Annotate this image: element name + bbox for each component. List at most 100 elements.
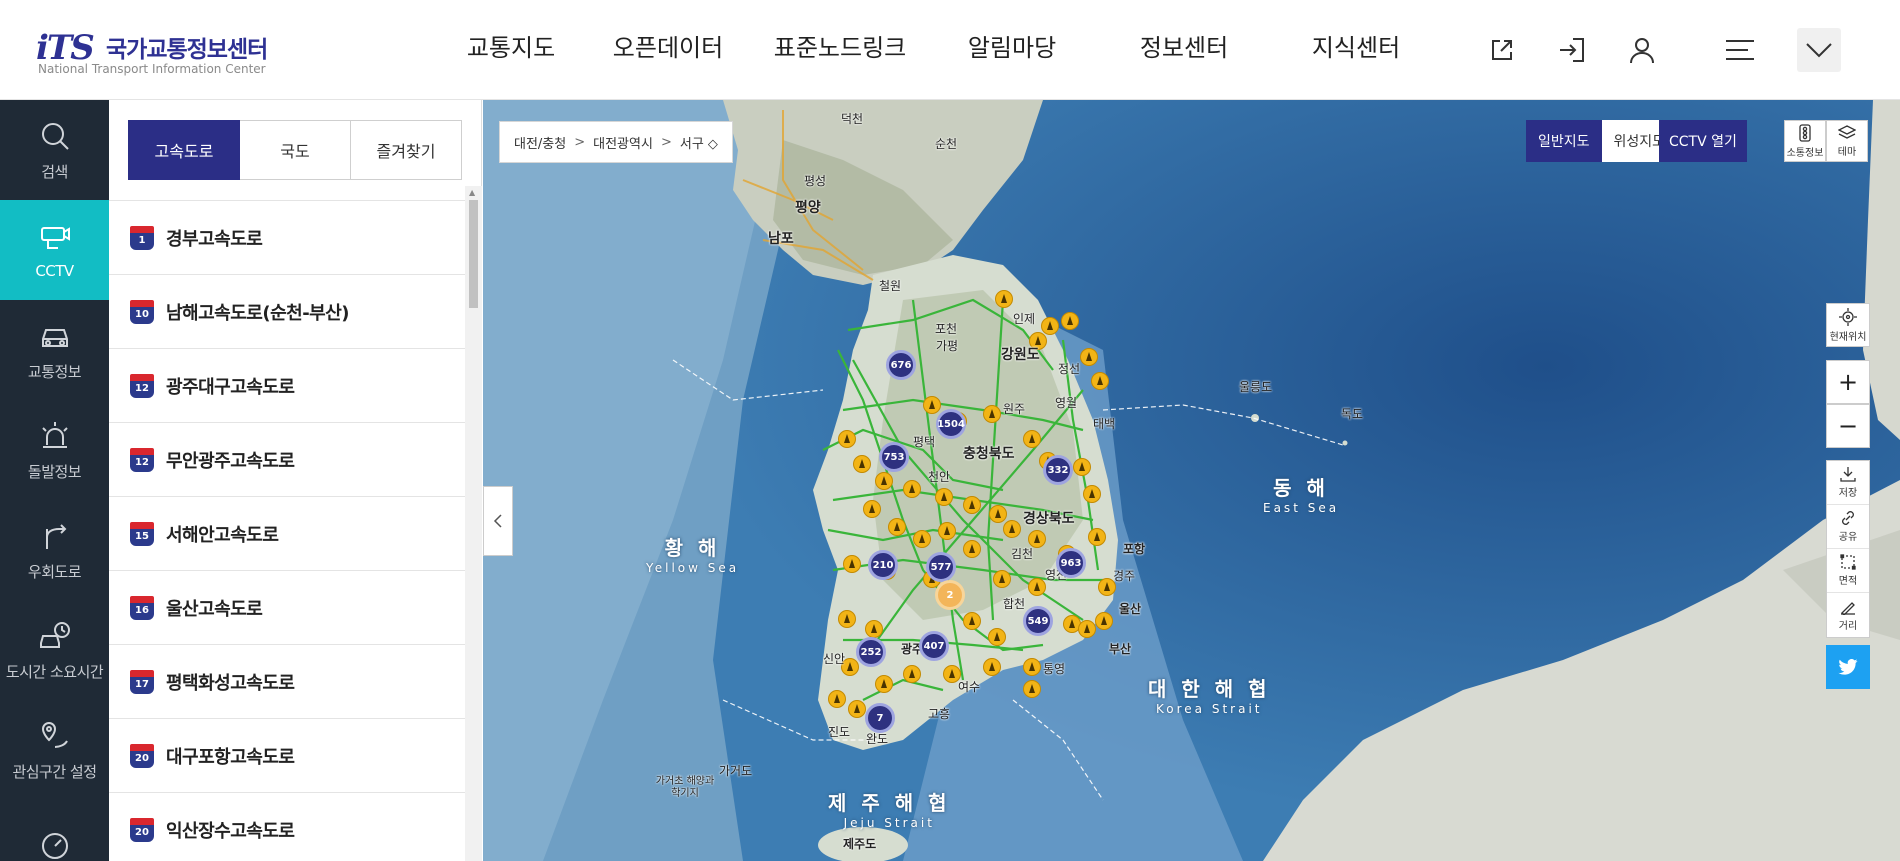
sidenav-traffic-info[interactable]: 교통정보 — [0, 300, 109, 400]
cctv-marker[interactable] — [865, 620, 883, 638]
list-item[interactable]: 20 익산장수고속도로 — [109, 793, 465, 861]
list-item[interactable]: 17 평택화성고속도로 — [109, 645, 465, 719]
cctv-cluster-marker[interactable]: 407 — [919, 631, 949, 661]
cctv-cluster-marker[interactable]: 963 — [1056, 548, 1086, 578]
cctv-marker[interactable] — [963, 540, 981, 558]
cctv-marker[interactable] — [903, 665, 921, 683]
cctv-cluster-marker[interactable]: 332 — [1043, 455, 1073, 485]
road-list-scrollbar[interactable]: ▲ — [465, 186, 482, 861]
gnb-traffic-map[interactable]: 교통지도 — [440, 0, 582, 100]
cctv-marker[interactable] — [983, 658, 1001, 676]
cctv-marker[interactable] — [888, 518, 906, 536]
cctv-marker[interactable] — [1023, 430, 1041, 448]
cctv-marker[interactable] — [963, 612, 981, 630]
cctv-marker[interactable] — [1095, 612, 1113, 630]
sidenav-favorite-section[interactable]: 관심구간 설정 — [0, 700, 109, 800]
cctv-cluster-marker[interactable]: 577 — [926, 552, 956, 582]
cctv-marker[interactable] — [913, 530, 931, 548]
share-map-button[interactable]: 공유 — [1827, 505, 1869, 549]
sidenav-cctv[interactable]: CCTV — [0, 200, 109, 300]
cctv-open-button[interactable]: CCTV 열기 — [1659, 120, 1747, 162]
cctv-marker[interactable] — [1003, 520, 1021, 538]
cctv-marker[interactable] — [963, 496, 981, 514]
traffic-flow-button[interactable]: 소통정보 — [1784, 120, 1826, 162]
gnb-notice[interactable]: 알림마당 — [926, 0, 1098, 100]
cctv-marker[interactable] — [843, 555, 861, 573]
cctv-marker[interactable] — [1061, 312, 1079, 330]
list-item[interactable]: 12 광주대구고속도로 — [109, 349, 465, 423]
zoom-in-button[interactable]: + — [1826, 360, 1870, 404]
map-canvas[interactable] — [483, 100, 1900, 861]
cctv-marker[interactable] — [1091, 372, 1109, 390]
cctv-marker[interactable] — [838, 430, 856, 448]
cctv-marker[interactable] — [1023, 658, 1041, 676]
gnb-info-center[interactable]: 정보센터 — [1098, 0, 1270, 100]
cctv-marker[interactable] — [863, 500, 881, 518]
cctv-marker[interactable] — [1073, 458, 1091, 476]
cctv-marker[interactable] — [1083, 485, 1101, 503]
cctv-marker[interactable] — [995, 290, 1013, 308]
breadcrumb-city[interactable]: 대전광역시 — [593, 133, 653, 152]
twitter-share-button[interactable] — [1826, 645, 1870, 689]
cctv-cluster-marker[interactable]: 753 — [879, 442, 909, 472]
tab-national-road[interactable]: 국도 — [240, 120, 351, 180]
list-item[interactable]: 12 무안광주고속도로 — [109, 423, 465, 497]
cctv-cluster-marker[interactable]: 7 — [865, 703, 895, 733]
tab-expressway[interactable]: 고속도로 — [128, 120, 240, 180]
cctv-cluster-marker[interactable]: 676 — [886, 350, 916, 380]
cctv-marker[interactable] — [935, 488, 953, 506]
general-map-button[interactable]: 일반지도 — [1526, 120, 1602, 162]
chevron-down-icon[interactable] — [1797, 28, 1841, 72]
gnb-knowledge-center[interactable]: 지식센터 — [1270, 0, 1442, 100]
sidenav-detour[interactable]: 우회도로 — [0, 500, 109, 600]
sidenav-search[interactable]: 검색 — [0, 100, 109, 200]
cctv-marker[interactable] — [993, 570, 1011, 588]
cctv-marker[interactable] — [1088, 528, 1106, 546]
list-item[interactable]: 20 대구포항고속도로 — [109, 719, 465, 793]
site-logo[interactable]: iTS 국가교통정보센터 National Transport Informat… — [36, 28, 268, 78]
cctv-cluster-marker[interactable]: 252 — [856, 637, 886, 667]
measure-area-button[interactable]: 면적 — [1827, 549, 1869, 593]
cctv-marker[interactable] — [1080, 348, 1098, 366]
list-item[interactable]: 16 울산고속도로 — [109, 571, 465, 645]
cctv-marker[interactable] — [983, 405, 1001, 423]
list-item[interactable]: 10 남해고속도로(순천-부산) — [109, 275, 465, 349]
scrollbar-thumb[interactable] — [469, 200, 478, 308]
save-map-button[interactable]: 저장 — [1827, 461, 1869, 505]
zoom-out-button[interactable]: − — [1826, 404, 1870, 448]
cctv-marker[interactable] — [875, 472, 893, 490]
hamburger-menu-icon[interactable] — [1718, 28, 1762, 72]
tab-favorites[interactable]: 즐겨찾기 — [351, 120, 462, 180]
cctv-marker[interactable] — [875, 675, 893, 693]
cctv-cluster-marker[interactable]: 1504 — [936, 409, 966, 439]
sidenav-incident-info[interactable]: 돌발정보 — [0, 400, 109, 500]
cctv-marker[interactable] — [838, 610, 856, 628]
theme-button[interactable]: 테마 — [1826, 120, 1868, 162]
cctv-marker[interactable] — [989, 505, 1007, 523]
gnb-open-data[interactable]: 오픈데이터 — [582, 0, 754, 100]
scroll-up-arrow-icon[interactable]: ▲ — [469, 188, 475, 197]
cctv-marker[interactable] — [938, 522, 956, 540]
user-icon[interactable] — [1620, 28, 1664, 72]
cctv-marker[interactable] — [1041, 317, 1059, 335]
panel-collapse-button[interactable] — [483, 486, 513, 556]
sidenav-travel-time[interactable]: 도시간 소요시간 — [0, 600, 109, 700]
traffic-map[interactable]: 대전/충청 > 대전광역시 > 서구 ◇ 일반지도 위성지도 CCTV 열기 소… — [483, 100, 1900, 861]
list-item[interactable]: 15 서해안고속도로 — [109, 497, 465, 571]
cctv-marker[interactable] — [853, 455, 871, 473]
breadcrumb-province[interactable]: 대전/충청 — [514, 133, 566, 152]
list-item[interactable]: 1 경부고속도로 — [109, 201, 465, 275]
cctv-marker[interactable] — [1078, 620, 1096, 638]
cctv-marker[interactable] — [988, 628, 1006, 646]
gnb-standard-node-link[interactable]: 표준노드링크 — [754, 0, 926, 100]
sidenav-dashboard[interactable] — [0, 800, 109, 861]
cctv-cluster-marker[interactable]: 2 — [935, 580, 965, 610]
measure-distance-button[interactable]: 거리 — [1827, 593, 1869, 637]
cctv-marker[interactable] — [848, 700, 866, 718]
cctv-cluster-marker[interactable]: 210 — [868, 550, 898, 580]
cctv-marker[interactable] — [1028, 578, 1046, 596]
cctv-marker[interactable] — [903, 480, 921, 498]
login-icon[interactable] — [1550, 28, 1594, 72]
cctv-marker[interactable] — [923, 396, 941, 414]
cctv-marker[interactable] — [828, 690, 846, 708]
